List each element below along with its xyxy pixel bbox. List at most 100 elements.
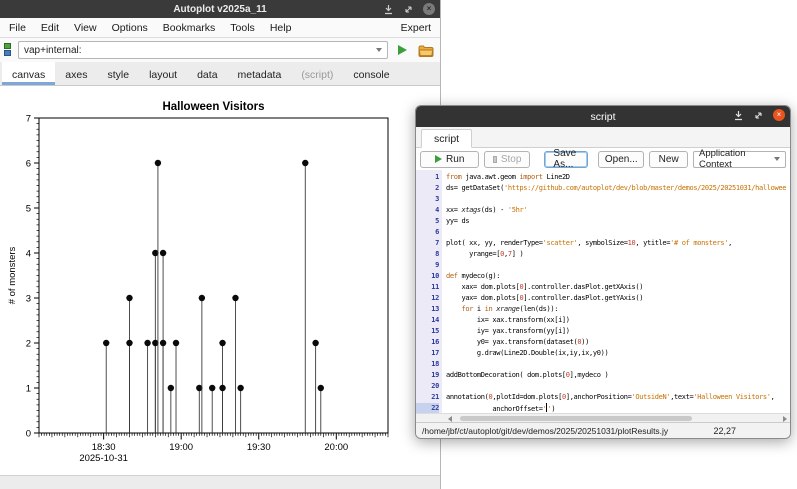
code-line[interactable]: xax= dom.plots[0].controller.dasPlot.get… bbox=[446, 282, 790, 293]
code-line[interactable]: for i in xrange(len(ds)): bbox=[446, 304, 790, 315]
line-number: 1 bbox=[416, 172, 439, 183]
code-line[interactable] bbox=[446, 194, 790, 205]
code-line[interactable]: iy= yax.transform(yy[i]) bbox=[446, 326, 790, 337]
y-tick-label: 6 bbox=[26, 159, 31, 170]
code-line[interactable] bbox=[446, 227, 790, 238]
code-line[interactable]: y0= yax.transform(dataset(0)) bbox=[446, 337, 790, 348]
code-text[interactable]: from java.awt.geom import Line2Dds= getD… bbox=[442, 170, 790, 413]
data-point bbox=[126, 295, 132, 301]
data-point bbox=[219, 385, 225, 391]
go-play-button[interactable] bbox=[392, 40, 412, 60]
line-number: 11 bbox=[416, 282, 439, 293]
tab-axes[interactable]: axes bbox=[55, 62, 97, 85]
data-point bbox=[144, 340, 150, 346]
data-point bbox=[219, 340, 225, 346]
menu-item-view[interactable]: View bbox=[74, 22, 97, 34]
menu-item-edit[interactable]: Edit bbox=[41, 22, 59, 34]
line-number: 19 bbox=[416, 370, 439, 381]
close-icon[interactable]: × bbox=[423, 3, 435, 15]
main-titlebar[interactable]: Autoplot v2025a_11 × bbox=[0, 0, 440, 18]
menu-item-file[interactable]: File bbox=[9, 22, 26, 34]
application-context-select[interactable]: Application Context bbox=[693, 151, 786, 168]
code-line[interactable]: anchorOffset='') bbox=[446, 403, 790, 413]
code-editor[interactable]: 12345678910111213141516171819202122 from… bbox=[416, 170, 790, 413]
line-number: 6 bbox=[416, 227, 439, 238]
scroll-right-icon[interactable] bbox=[783, 416, 787, 422]
script-tab-bar: script bbox=[416, 127, 790, 148]
menu-item-options[interactable]: Options bbox=[112, 22, 148, 34]
line-number: 14 bbox=[416, 315, 439, 326]
minimize-icon[interactable] bbox=[383, 4, 394, 15]
tab-data[interactable]: data bbox=[187, 62, 227, 85]
script-editor-window: script × script Run Stop Save As... Open… bbox=[415, 105, 791, 439]
line-number: 20 bbox=[416, 381, 439, 392]
stop-button[interactable]: Stop bbox=[484, 151, 530, 168]
code-line[interactable]: plot( xx, yy, renderType='scatter', symb… bbox=[446, 238, 790, 249]
code-line[interactable]: from java.awt.geom import Line2D bbox=[446, 172, 790, 183]
code-line[interactable]: def mydeco(g): bbox=[446, 271, 790, 282]
data-point bbox=[302, 160, 308, 166]
data-point bbox=[168, 385, 174, 391]
code-line[interactable]: g.draw(Line2D.Double(ix,iy,ix,y0)) bbox=[446, 348, 790, 359]
code-line[interactable]: addBottomDecoration( dom.plots[0],mydeco… bbox=[446, 370, 790, 381]
minimize-icon[interactable] bbox=[733, 110, 744, 121]
main-tab-bar: canvasaxesstylelayoutdatametadata(script… bbox=[0, 62, 440, 86]
code-line[interactable] bbox=[446, 359, 790, 370]
chevron-down-icon[interactable] bbox=[376, 48, 382, 52]
code-line[interactable]: xx= xtags(ds) - '5hr' bbox=[446, 205, 790, 216]
line-number-gutter: 12345678910111213141516171819202122 bbox=[416, 170, 442, 413]
plot-canvas[interactable]: Halloween Visitors0123456718:3019:0019:3… bbox=[0, 86, 440, 475]
code-line[interactable]: yax= dom.plots[0].controller.dasPlot.get… bbox=[446, 293, 790, 304]
tab-layout[interactable]: layout bbox=[139, 62, 187, 85]
uri-input[interactable]: vap+internal: bbox=[18, 41, 388, 59]
code-line[interactable]: yy= ds bbox=[446, 216, 790, 227]
save-as-button[interactable]: Save As... bbox=[544, 151, 588, 168]
tab-console[interactable]: console bbox=[343, 62, 399, 85]
code-line[interactable]: annotation(0,plotId=dom.plots[0],anchorP… bbox=[446, 392, 790, 403]
code-line[interactable]: ix= xax.transform(xx[i]) bbox=[446, 315, 790, 326]
data-point bbox=[232, 295, 238, 301]
tab-script[interactable]: (script) bbox=[291, 62, 343, 85]
data-point bbox=[126, 340, 132, 346]
x-tick-label: 19:00 bbox=[169, 442, 193, 453]
script-titlebar[interactable]: script × bbox=[416, 106, 790, 127]
tab-canvas[interactable]: canvas bbox=[2, 62, 55, 85]
main-window-title: Autoplot v2025a_11 bbox=[173, 4, 266, 15]
line-number: 3 bbox=[416, 194, 439, 205]
menu-item-help[interactable]: Help bbox=[270, 22, 292, 34]
stop-icon bbox=[493, 156, 496, 163]
maximize-icon[interactable] bbox=[403, 4, 414, 15]
run-button[interactable]: Run bbox=[420, 151, 479, 168]
scroll-left-icon[interactable] bbox=[448, 416, 452, 422]
new-button[interactable]: New bbox=[649, 151, 688, 168]
tab-style[interactable]: style bbox=[97, 62, 139, 85]
scrollbar-thumb[interactable] bbox=[460, 416, 692, 421]
tab-script[interactable]: script bbox=[421, 129, 472, 148]
code-line[interactable]: yrange=[0,7] ) bbox=[446, 249, 790, 260]
line-number: 21 bbox=[416, 392, 439, 403]
code-line[interactable] bbox=[446, 260, 790, 271]
line-number: 22 bbox=[416, 403, 439, 413]
data-point bbox=[199, 295, 205, 301]
menu-item-tools[interactable]: Tools bbox=[230, 22, 255, 34]
open-folder-button[interactable] bbox=[416, 40, 436, 60]
main-status-strip bbox=[0, 475, 440, 489]
tab-metadata[interactable]: metadata bbox=[228, 62, 292, 85]
expert-mode-label[interactable]: Expert bbox=[401, 22, 431, 34]
code-line[interactable] bbox=[446, 381, 790, 392]
script-toolbar: Run Stop Save As... Open... New Applicat… bbox=[416, 148, 790, 170]
open-button[interactable]: Open... bbox=[598, 151, 644, 168]
code-line[interactable]: ds= getDataSet('https://github.com/autop… bbox=[446, 183, 790, 194]
x-tick-label: 20:00 bbox=[324, 442, 348, 453]
close-icon[interactable]: × bbox=[773, 109, 785, 121]
line-number: 18 bbox=[416, 359, 439, 370]
uri-value: vap+internal: bbox=[24, 45, 82, 56]
cursor-position: 22,27 bbox=[713, 426, 736, 436]
chevron-down-icon bbox=[774, 157, 780, 161]
horizontal-scrollbar[interactable] bbox=[416, 413, 790, 422]
menu-item-bookmarks[interactable]: Bookmarks bbox=[163, 22, 216, 34]
data-point bbox=[160, 340, 166, 346]
plot-svg[interactable]: Halloween Visitors0123456718:3019:0019:3… bbox=[0, 86, 440, 475]
maximize-icon[interactable] bbox=[753, 110, 764, 121]
line-number: 8 bbox=[416, 249, 439, 260]
